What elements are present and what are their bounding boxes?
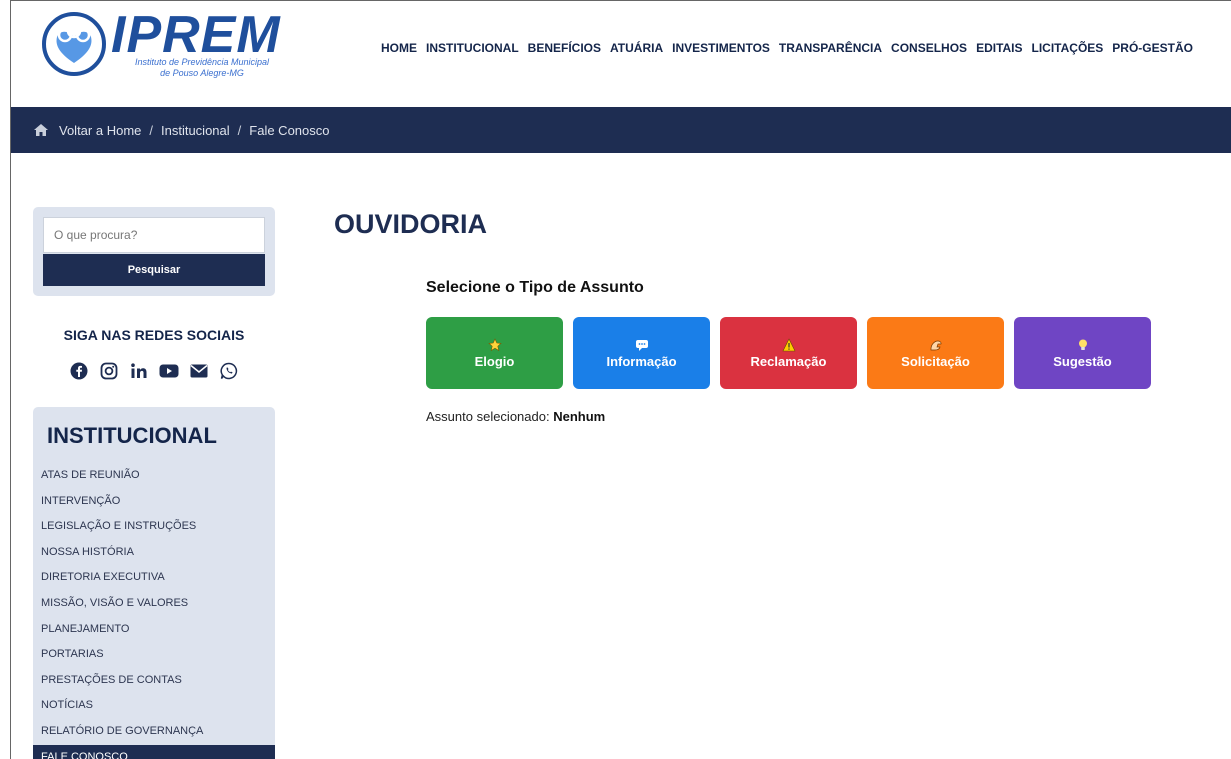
social-links	[33, 361, 275, 381]
logo-subtitle: Instituto de Previdência Municipal de Po…	[127, 57, 277, 79]
sidebar-item-governanca[interactable]: RELATÓRIO DE GOVERNANÇA	[33, 719, 275, 745]
main-nav: HOME INSTITUCIONAL BENEFÍCIOS ATUÁRIA IN…	[381, 41, 1202, 55]
sidebar-item-missao[interactable]: MISSÃO, VISÃO E VALORES	[33, 591, 275, 617]
breadcrumb-current: Fale Conosco	[249, 122, 330, 138]
sidebar-item-planejamento[interactable]: PLANEJAMENTO	[33, 617, 275, 643]
logo-subtitle-line2: de Pouso Alegre-MG	[160, 68, 244, 78]
nav-editais[interactable]: EDITAIS	[976, 41, 1022, 55]
whatsapp-icon[interactable]	[219, 361, 239, 381]
subject-buttons: Elogio Informação Reclamação Solicitação…	[426, 317, 1151, 389]
nav-transparencia[interactable]: TRANSPARÊNCIA	[779, 41, 882, 55]
email-icon[interactable]	[189, 361, 209, 381]
sugestao-button[interactable]: Sugestão	[1014, 317, 1151, 389]
sidebar-item-fale-conosco[interactable]: FALE CONOSCO	[33, 744, 275, 759]
site-logo[interactable]: IPREM Instituto de Previdência Municipal…	[35, 6, 285, 97]
reclamacao-label: Reclamação	[750, 353, 827, 369]
institucional-list: ATAS DE REUNIÃO INTERVENÇÃO LEGISLAÇÃO E…	[33, 463, 275, 759]
informacao-button[interactable]: Informação	[573, 317, 710, 389]
sidebar-item-atas[interactable]: ATAS DE REUNIÃO	[33, 463, 275, 489]
institucional-menu: INSTITUCIONAL ATAS DE REUNIÃO INTERVENÇÃ…	[33, 407, 275, 759]
search-button[interactable]: Pesquisar	[43, 254, 265, 286]
logo-emblem-icon	[42, 12, 106, 76]
logo-wordmark: IPREM	[111, 6, 281, 64]
sidebar-item-diretoria[interactable]: DIRETORIA EXECUTIVA	[33, 565, 275, 591]
sidebar-item-intervencao[interactable]: INTERVENÇÃO	[33, 489, 275, 515]
nav-beneficios[interactable]: BENEFÍCIOS	[528, 41, 601, 55]
breadcrumb: Voltar a Home / Institucional / Fale Con…	[11, 107, 1231, 153]
selected-subject: Assunto selecionado: Nenhum	[426, 409, 605, 424]
reclamacao-button[interactable]: Reclamação	[720, 317, 857, 389]
nav-pro-gestao[interactable]: PRÓ-GESTÃO	[1112, 41, 1193, 55]
subject-prompt: Selecione o Tipo de Assunto	[426, 279, 644, 296]
search-input[interactable]	[43, 217, 265, 253]
selected-value: Nenhum	[553, 409, 606, 424]
nav-conselhos[interactable]: CONSELHOS	[891, 41, 967, 55]
nav-institucional[interactable]: INSTITUCIONAL	[426, 41, 519, 55]
selected-prefix: Assunto selecionado:	[426, 409, 554, 424]
informacao-label: Informação	[606, 353, 677, 369]
sidebar-item-prestacoes[interactable]: PRESTAÇÕES DE CONTAS	[33, 668, 275, 694]
search-panel: Pesquisar	[33, 207, 275, 296]
star-icon	[487, 337, 502, 351]
nav-atuaria[interactable]: ATUÁRIA	[610, 41, 663, 55]
solicitacao-button[interactable]: Solicitação	[867, 317, 1004, 389]
sidebar-item-portarias[interactable]: PORTARIAS	[33, 642, 275, 668]
breadcrumb-separator: /	[149, 122, 153, 138]
facebook-icon[interactable]	[69, 361, 89, 381]
breadcrumb-separator: /	[237, 122, 242, 138]
sidebar-item-historia[interactable]: NOSSA HISTÓRIA	[33, 540, 275, 566]
nav-home[interactable]: HOME	[381, 41, 417, 55]
sidebar-item-noticias[interactable]: NOTÍCIAS	[33, 693, 275, 719]
nav-licitacoes[interactable]: LICITAÇÕES	[1032, 41, 1104, 55]
logo-subtitle-line1: Instituto de Previdência Municipal	[134, 57, 270, 67]
home-icon[interactable]	[33, 123, 49, 137]
linkedin-icon[interactable]	[129, 361, 149, 381]
solicitacao-label: Solicitação	[901, 353, 970, 369]
breadcrumb-home[interactable]: Voltar a Home	[59, 123, 141, 138]
lightbulb-icon	[1078, 339, 1087, 350]
nav-investimentos[interactable]: INVESTIMENTOS	[672, 41, 770, 55]
page-title: OUVIDORIA	[334, 209, 488, 239]
page-frame: IPREM Instituto de Previdência Municipal…	[10, 0, 1231, 759]
breadcrumb-institucional[interactable]: Institucional	[161, 123, 230, 138]
elogio-button[interactable]: Elogio	[426, 317, 563, 389]
site-header: IPREM Instituto de Previdência Municipal…	[11, 1, 1231, 107]
sidebar-item-legislacao[interactable]: LEGISLAÇÃO E INSTRUÇÕES	[33, 514, 275, 540]
hand-icon	[930, 340, 941, 350]
sugestao-label: Sugestão	[1053, 353, 1112, 369]
youtube-icon[interactable]	[159, 361, 179, 381]
instagram-icon[interactable]	[99, 361, 119, 381]
chat-icon	[635, 339, 648, 351]
elogio-label: Elogio	[474, 353, 515, 369]
social-title: SIGA NAS REDES SOCIAIS	[63, 327, 245, 343]
institucional-title: INSTITUCIONAL	[47, 423, 217, 448]
warning-icon	[782, 337, 795, 351]
